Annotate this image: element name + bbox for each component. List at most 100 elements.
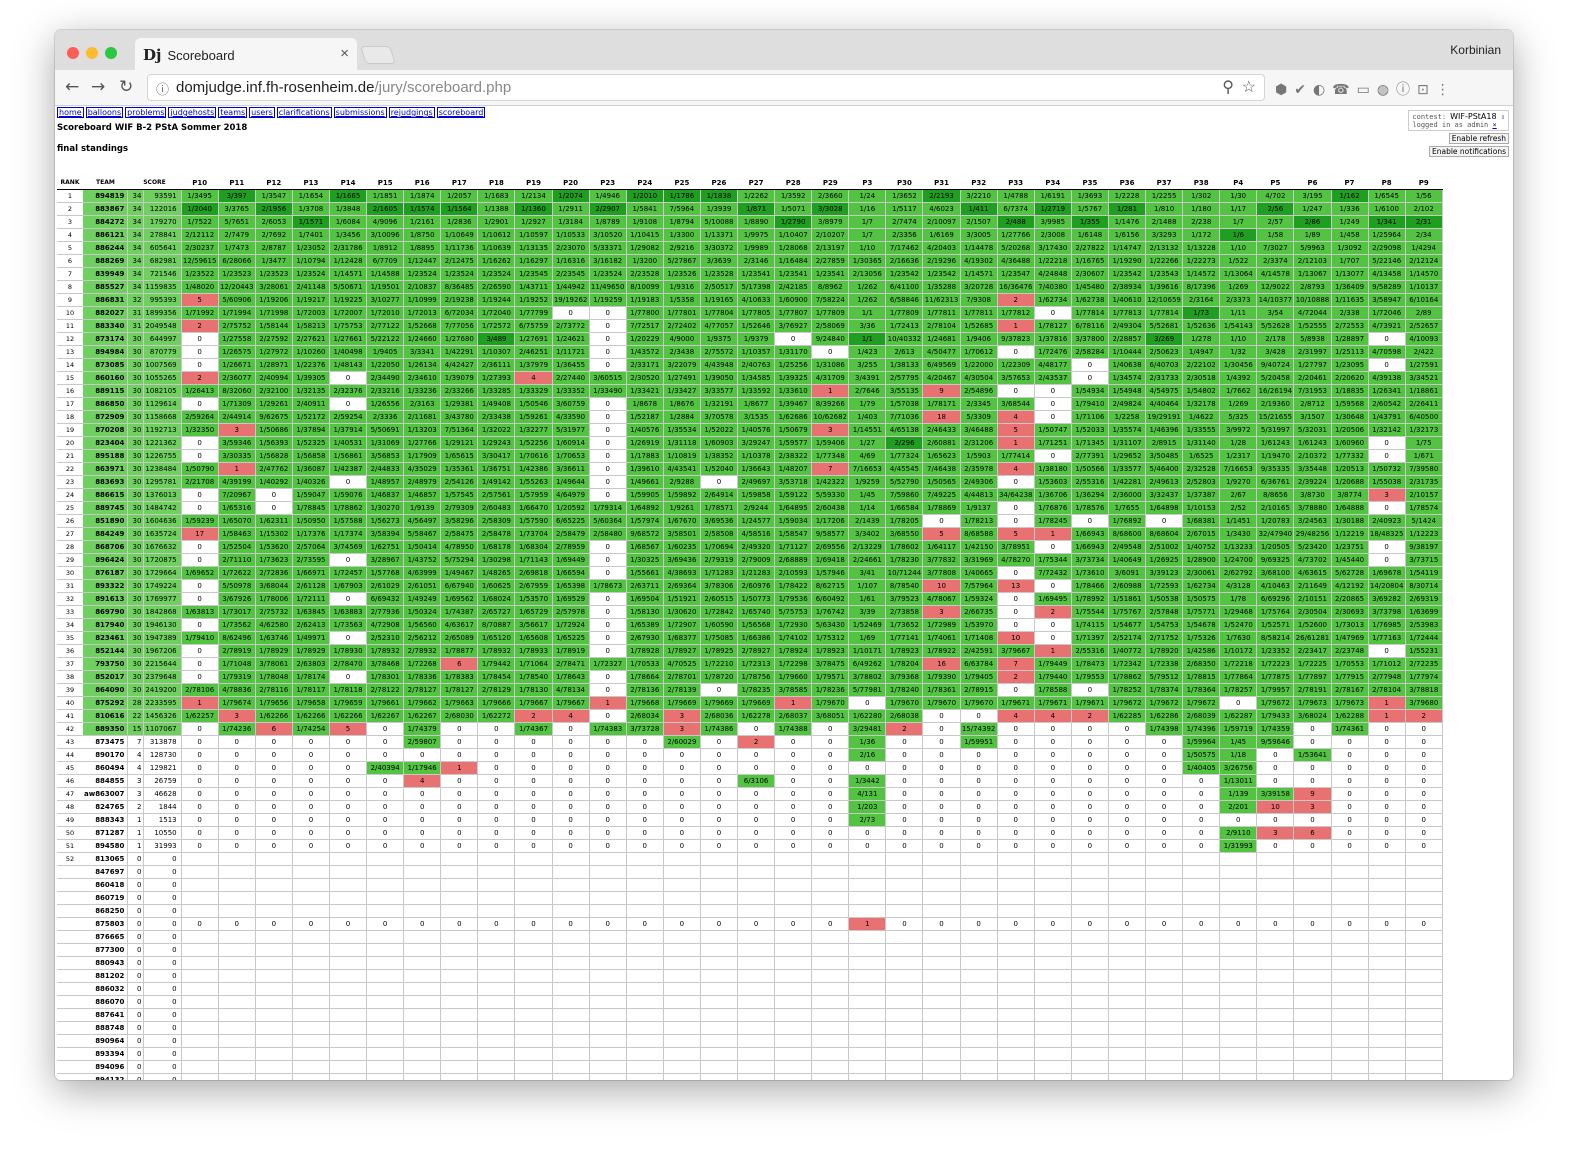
problem-cell[interactable] <box>1034 943 1072 958</box>
problem-cell[interactable]: 1/74398 <box>1145 722 1184 737</box>
problem-cell[interactable]: 1/78236 <box>811 683 850 698</box>
select-arrows-icon[interactable]: ⇕ <box>1501 113 1505 121</box>
problem-cell[interactable]: 2/36111 <box>477 358 516 373</box>
problem-cell[interactable]: 1/33610 <box>774 384 813 399</box>
problem-cell[interactable]: 1/60625 <box>477 579 516 594</box>
problem-cell[interactable]: 2/57848 <box>1145 605 1184 620</box>
problem-cell[interactable] <box>366 1047 405 1062</box>
problem-cell[interactable]: 3/1535 <box>737 410 776 425</box>
problem-cell[interactable]: 0 <box>1182 839 1221 854</box>
problem-cell[interactable] <box>552 1034 590 1049</box>
problem-cell[interactable]: 0 <box>181 774 219 789</box>
problem-cell[interactable]: 1/74396 <box>1182 722 1221 737</box>
problem-cell[interactable]: 1/59122 <box>774 488 813 503</box>
problem-cell[interactable]: 0 <box>1368 332 1406 347</box>
problem-cell[interactable] <box>329 1060 368 1075</box>
problem-cell[interactable]: 0 <box>1219 696 1258 711</box>
problem-cell[interactable]: 1 <box>218 462 256 477</box>
problem-cell[interactable] <box>626 943 664 958</box>
problem-cell[interactable]: 0 <box>181 332 219 347</box>
problem-cell[interactable]: 1/75 <box>1405 436 1443 451</box>
problem-cell[interactable]: 1/3092 <box>1331 241 1369 256</box>
problem-cell[interactable]: 16/36476 <box>997 280 1035 295</box>
problem-cell[interactable]: 1/78571 <box>700 501 739 516</box>
team-cell[interactable]: 873085 <box>83 358 129 373</box>
problem-cell[interactable]: 4 <box>997 410 1035 425</box>
problem-cell[interactable]: 0 <box>774 332 813 347</box>
problem-cell[interactable]: 0 <box>589 826 627 841</box>
problem-cell[interactable]: 1/7 <box>848 215 887 230</box>
problem-cell[interactable] <box>1219 982 1258 997</box>
problem-cell[interactable] <box>960 1073 998 1080</box>
problem-cell[interactable]: 2/7474 <box>885 215 924 230</box>
problem-cell[interactable]: 0 <box>514 761 553 776</box>
problem-cell[interactable]: 1/78924 <box>774 644 813 659</box>
problem-cell[interactable]: 0 <box>1034 748 1072 763</box>
problem-cell[interactable]: 0 <box>1071 800 1109 815</box>
problem-cell[interactable] <box>477 995 516 1010</box>
problem-cell[interactable] <box>1034 956 1072 971</box>
problem-cell[interactable]: 2/39224 <box>1293 475 1332 490</box>
problem-cell[interactable]: 1/72003 <box>292 306 330 321</box>
problem-cell[interactable] <box>329 904 368 919</box>
team-cell[interactable]: 813065 <box>83 852 129 867</box>
problem-cell[interactable]: 1/73704 <box>514 527 553 542</box>
problem-cell[interactable] <box>922 1034 961 1049</box>
menu-link-balloons[interactable]: balloons <box>85 107 124 118</box>
problem-cell[interactable]: 1/58144 <box>255 319 293 334</box>
problem-cell[interactable] <box>885 1034 924 1049</box>
problem-cell[interactable]: 1/24681 <box>922 332 961 347</box>
problem-cell[interactable]: 1/139 <box>1219 787 1258 802</box>
problem-cell[interactable]: 1/3477 <box>255 254 293 269</box>
problem-cell[interactable]: 2/49613 <box>1145 475 1184 490</box>
problem-cell[interactable]: 1/3442 <box>848 774 887 789</box>
problem-cell[interactable]: 1/79669 <box>700 696 739 711</box>
problem-cell[interactable]: 2/68037 <box>774 709 813 724</box>
problem-cell[interactable] <box>1256 904 1295 919</box>
problem-cell[interactable] <box>1368 865 1406 880</box>
problem-cell[interactable]: 7/77056 <box>440 319 479 334</box>
problem-cell[interactable]: 0 <box>922 917 961 932</box>
problem-cell[interactable]: 12/10659 <box>1145 293 1184 308</box>
problem-cell[interactable]: 1/19225 <box>329 293 368 308</box>
problem-cell[interactable]: 0 <box>1108 800 1147 815</box>
problem-cell[interactable]: 0 <box>960 813 998 828</box>
problem-cell[interactable] <box>1405 982 1443 997</box>
problem-cell[interactable] <box>366 995 405 1010</box>
problem-cell[interactable] <box>292 1073 330 1080</box>
problem-cell[interactable]: 2/49304 <box>1108 319 1147 334</box>
problem-cell[interactable]: 1/78932 <box>366 644 405 659</box>
problem-cell[interactable]: 2/42185 <box>774 280 813 295</box>
problem-cell[interactable]: 1/20229 <box>626 332 664 347</box>
problem-cell[interactable]: 2/11681 <box>403 410 442 425</box>
problem-cell[interactable]: 0 <box>1331 761 1369 776</box>
team-cell[interactable]: 871287 <box>83 826 129 841</box>
problem-cell[interactable]: 1/1838 <box>700 189 739 204</box>
problem-cell[interactable]: 3 <box>1256 826 1295 841</box>
problem-cell[interactable]: 2/78167 <box>1331 683 1369 698</box>
problem-cell[interactable] <box>922 982 961 997</box>
problem-cell[interactable]: 1/10819 <box>663 449 701 464</box>
problem-cell[interactable]: 4/42427 <box>440 358 479 373</box>
problem-cell[interactable]: 2/61128 <box>292 579 330 594</box>
problem-cell[interactable]: 1/78923 <box>811 644 850 659</box>
problem-cell[interactable] <box>811 1073 850 1080</box>
problem-cell[interactable] <box>181 891 219 906</box>
problem-cell[interactable]: 0 <box>589 618 627 633</box>
problem-cell[interactable]: 1/72040 <box>477 306 516 321</box>
problem-cell[interactable] <box>997 1060 1035 1075</box>
problem-cell[interactable]: 10/10888 <box>1293 293 1332 308</box>
problem-cell[interactable]: 0 <box>1034 839 1072 854</box>
problem-cell[interactable]: 2/57978 <box>552 605 590 620</box>
problem-cell[interactable]: 0 <box>477 917 516 932</box>
problem-cell[interactable]: 1/78171 <box>922 397 961 412</box>
problem-cell[interactable]: 4/73921 <box>1368 319 1406 334</box>
problem-cell[interactable]: 1/36 <box>848 735 887 750</box>
problem-cell[interactable]: 1/1851 <box>366 189 405 204</box>
problem-cell[interactable]: 0 <box>700 748 739 763</box>
problem-cell[interactable]: 1/28068 <box>774 241 813 256</box>
team-cell[interactable]: 884249 <box>83 527 129 542</box>
problem-header-p36[interactable]: P36 <box>1108 177 1146 191</box>
problem-cell[interactable]: 1/59577 <box>774 436 813 451</box>
problem-cell[interactable]: 1/54948 <box>1108 384 1147 399</box>
